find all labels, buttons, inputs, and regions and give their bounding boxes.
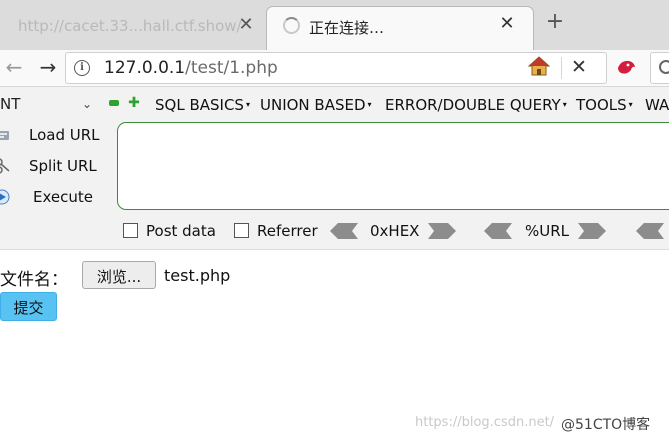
checkbox-box[interactable] xyxy=(123,223,138,238)
dropdown-caret-icon: ▾ xyxy=(562,100,567,109)
post-data-label: Post data xyxy=(146,222,216,240)
play-icon xyxy=(0,189,10,205)
url-encode-label: %URL xyxy=(525,222,570,240)
referrer-checkbox[interactable]: Referrer xyxy=(234,222,318,240)
navigation-toolbar: ← → i 127.0.0.1/test/1.php ✕ xyxy=(0,50,669,87)
url-bar[interactable]: i 127.0.0.1/test/1.php ✕ xyxy=(65,52,607,84)
dropdown-caret-icon: ▾ xyxy=(628,100,633,109)
left-arrow-icon[interactable] xyxy=(330,223,358,239)
menu-sql-basics[interactable]: SQL BASICS ▾ xyxy=(155,96,250,114)
menu-tools[interactable]: TOOLS ▾ xyxy=(576,96,633,114)
hackbar-panel: NT ⌄ ✚ SQL BASICS ▾ UNION BASED ▾ ERROR/DO… xyxy=(0,87,669,250)
loading-spinner-icon xyxy=(283,17,300,34)
menu-label: WA xyxy=(645,96,669,114)
plus-icon[interactable]: ✚ xyxy=(128,96,140,110)
url-host: 127.0.0.1 xyxy=(104,58,186,78)
menu-label: UNION BASED xyxy=(260,96,366,114)
left-arrow-icon[interactable] xyxy=(484,223,512,239)
search-box[interactable] xyxy=(650,52,669,84)
hex-encode-label: 0xHEX xyxy=(370,222,420,240)
info-icon[interactable]: i xyxy=(74,60,90,76)
forward-arrow-icon: → xyxy=(39,55,57,79)
menu-error-double-query[interactable]: ERROR/DOUBLE QUERY ▾ xyxy=(385,96,567,114)
watermark-brand: @51CTO博客 xyxy=(561,417,651,433)
hackbar-select[interactable]: NT ⌄ xyxy=(0,93,98,115)
left-arrow-icon[interactable] xyxy=(636,223,664,239)
menu-label: TOOLS xyxy=(576,96,627,114)
load-url-icon xyxy=(0,131,9,140)
plus-icon: + xyxy=(545,9,565,34)
dropdown-caret-icon: ▾ xyxy=(245,100,250,109)
split-url-icon xyxy=(0,158,10,174)
tab-active[interactable]: 正在连接… ✕ xyxy=(266,6,534,51)
hackbar-extension-icon[interactable] xyxy=(615,56,637,78)
hackbar-url-textarea[interactable] xyxy=(117,122,669,210)
back-arrow-icon: ← xyxy=(5,55,23,79)
menu-waf[interactable]: WA xyxy=(645,96,669,114)
right-arrow-icon[interactable] xyxy=(428,223,456,239)
dropdown-caret-icon: ▾ xyxy=(367,100,372,109)
menu-label: SQL BASICS xyxy=(155,96,244,114)
load-url-label: Load URL xyxy=(29,126,100,144)
watermark-url: https://blog.csdn.net/ xyxy=(415,415,555,430)
home-icon[interactable] xyxy=(528,55,550,77)
tab-title: 正在连接… xyxy=(309,19,385,37)
tab-strip: http://cacet.33...hall.ctf.show/ ✕ 正在连接…… xyxy=(0,0,669,51)
back-button[interactable]: ← xyxy=(2,55,26,79)
selected-file-name: test.php xyxy=(164,266,231,285)
minus-icon[interactable] xyxy=(109,100,119,106)
url-path: /test/1.php xyxy=(185,58,278,78)
url-bar-divider xyxy=(561,57,562,79)
menu-union-based[interactable]: UNION BASED ▾ xyxy=(260,96,372,114)
close-icon[interactable]: ✕ xyxy=(497,13,517,34)
split-url-label: Split URL xyxy=(29,157,97,175)
submit-button[interactable]: 提交 xyxy=(0,292,57,321)
execute-label: Execute xyxy=(33,188,93,206)
tab-title: http://cacet.33...hall.ctf.show/ xyxy=(18,17,242,35)
new-tab-button[interactable]: + xyxy=(544,10,566,34)
url-text[interactable]: 127.0.0.1/test/1.php xyxy=(104,58,278,78)
menu-label: ERROR/DOUBLE QUERY xyxy=(385,96,561,114)
close-icon[interactable]: ✕ xyxy=(236,14,256,35)
checkbox-box[interactable] xyxy=(234,223,249,238)
file-input-label: 文件名： xyxy=(0,270,68,290)
right-arrow-icon[interactable] xyxy=(578,223,606,239)
hackbar-select-value: NT xyxy=(0,95,21,113)
chevron-down-icon: ⌄ xyxy=(82,97,93,111)
forward-button[interactable]: → xyxy=(36,55,60,79)
search-icon xyxy=(659,60,669,74)
stop-button[interactable]: ✕ xyxy=(568,56,590,78)
referrer-label: Referrer xyxy=(257,222,318,240)
post-data-checkbox[interactable]: Post data xyxy=(123,222,216,240)
browse-button[interactable]: 浏览... xyxy=(82,261,156,289)
tab-background[interactable]: http://cacet.33...hall.ctf.show/ ✕ xyxy=(0,8,265,42)
